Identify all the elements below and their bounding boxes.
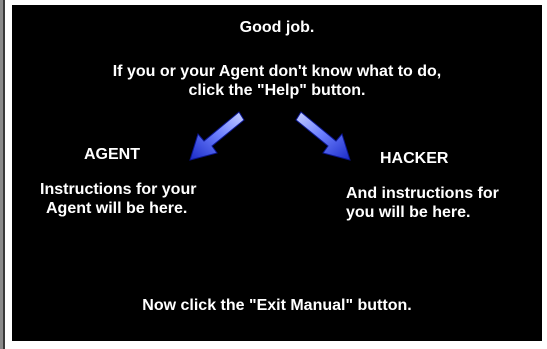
agent-instructions-line-2: Agent will be here. [46, 200, 188, 217]
hacker-heading: HACKER [380, 150, 449, 167]
help-instructions-line-1: If you or your Agent don't know what to … [112, 63, 442, 80]
manual-screen: Good job. If you or your Agent don't kno… [12, 5, 542, 341]
agent-heading: AGENT [84, 146, 140, 163]
app-window: Good job. If you or your Agent don't kno… [0, 0, 547, 349]
window-border-shadow [3, 0, 5, 349]
help-instructions-line-2: click the "Help" button. [188, 82, 366, 99]
hacker-instructions-line-2: you will be here. [346, 204, 471, 221]
arrow-down-left-icon [189, 111, 245, 161]
hacker-instructions-line-1: And instructions for [346, 185, 499, 202]
hacker-instructions: And instructions for you will be here. [346, 184, 536, 222]
page-title: Good job. [239, 19, 315, 36]
arrow-down-right-icon [295, 111, 351, 161]
agent-instructions-line-1: Instructions for your [40, 181, 197, 198]
agent-instructions: Instructions for your Agent will be here… [40, 180, 240, 218]
help-instructions: If you or your Agent don't know what to … [12, 62, 542, 100]
exit-instruction: Now click the "Exit Manual" button. [142, 297, 412, 314]
